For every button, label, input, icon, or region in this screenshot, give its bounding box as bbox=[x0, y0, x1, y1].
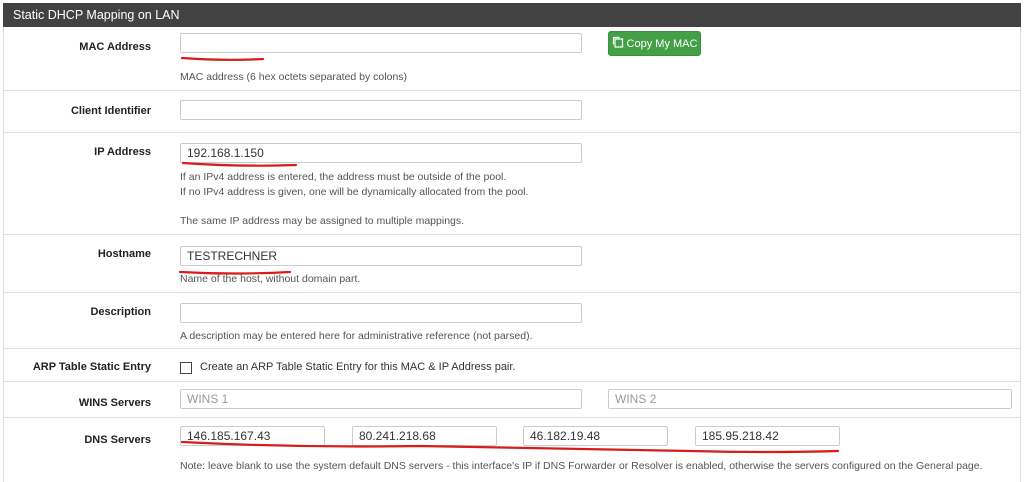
description-input[interactable] bbox=[180, 303, 582, 323]
arp-static-entry-label: ARP Table Static Entry bbox=[32, 361, 151, 373]
copy-my-mac-button[interactable]: Copy My MAC bbox=[608, 31, 701, 56]
dns-servers-label: DNS Servers bbox=[84, 434, 151, 446]
row-ip-address: IP Address If an IPv4 address is entered… bbox=[4, 132, 1020, 234]
dns-servers-help: Note: leave blank to use the system defa… bbox=[180, 460, 983, 472]
row-arp-static-entry: ARP Table Static Entry Create an ARP Tab… bbox=[4, 348, 1020, 381]
ip-address-label: IP Address bbox=[94, 146, 151, 158]
mac-address-label: MAC Address bbox=[79, 41, 151, 53]
row-client-identifier: Client Identifier bbox=[4, 90, 1020, 132]
dns-server-1-input[interactable] bbox=[180, 426, 325, 446]
copy-my-mac-label: Copy My MAC bbox=[626, 37, 698, 50]
copy-icon bbox=[612, 36, 624, 51]
arp-static-entry-checkbox[interactable] bbox=[180, 362, 192, 374]
ip-address-help-3: The same IP address may be assigned to m… bbox=[180, 215, 465, 227]
ip-address-help-2: If no IPv4 address is given, one will be… bbox=[180, 186, 529, 198]
hostname-label: Hostname bbox=[97, 248, 151, 260]
wins-server-1-input[interactable] bbox=[180, 389, 582, 409]
wins-servers-label: WINS Servers bbox=[78, 397, 151, 409]
client-identifier-input[interactable] bbox=[180, 100, 582, 120]
mac-address-input[interactable] bbox=[180, 33, 582, 53]
description-help: A description may be entered here for ad… bbox=[180, 330, 533, 342]
row-mac-address: MAC Address Copy My MAC MAC address (6 h… bbox=[4, 27, 1020, 90]
wins-server-2-input[interactable] bbox=[608, 389, 1012, 409]
dns-server-4-input[interactable] bbox=[695, 426, 840, 446]
row-hostname: Hostname Name of the host, without domai… bbox=[4, 234, 1020, 292]
description-label: Description bbox=[90, 306, 151, 318]
panel-title: Static DHCP Mapping on LAN bbox=[13, 8, 180, 22]
ip-address-help-1: If an IPv4 address is entered, the addre… bbox=[180, 171, 507, 183]
panel-heading: Static DHCP Mapping on LAN bbox=[3, 3, 1021, 27]
mac-address-help: MAC address (6 hex octets separated by c… bbox=[180, 71, 408, 83]
row-wins-servers: WINS Servers bbox=[4, 381, 1020, 417]
row-description: Description A description may be entered… bbox=[4, 292, 1020, 348]
ip-address-input[interactable] bbox=[180, 143, 582, 163]
client-identifier-label: Client Identifier bbox=[70, 105, 151, 117]
dns-server-3-input[interactable] bbox=[523, 426, 668, 446]
panel-body: MAC Address Copy My MAC MAC address (6 h… bbox=[3, 27, 1021, 482]
hostname-input[interactable] bbox=[180, 246, 582, 266]
row-dns-servers: DNS Servers Note: leave blank to use the… bbox=[4, 417, 1020, 482]
dns-server-2-input[interactable] bbox=[352, 426, 497, 446]
hostname-help: Name of the host, without domain part. bbox=[180, 273, 361, 285]
arp-static-entry-checkbox-label: Create an ARP Table Static Entry for thi… bbox=[200, 361, 516, 373]
